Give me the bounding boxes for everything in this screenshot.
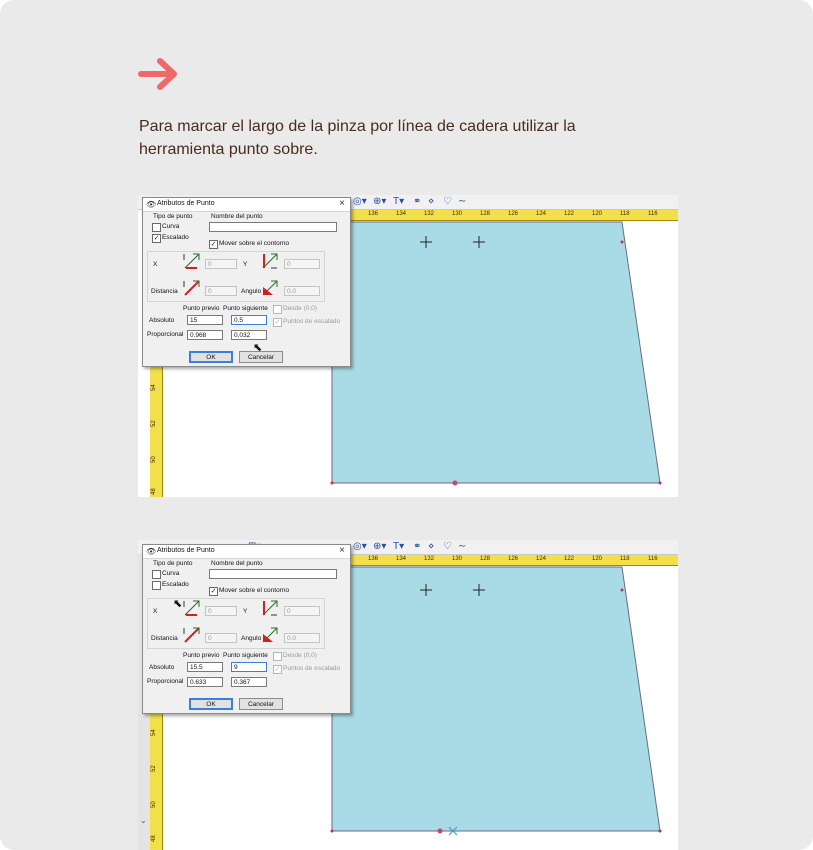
y-label: Y (243, 261, 248, 268)
next-point-label: Punto siguiente (223, 652, 268, 659)
distance-input[interactable]: 0 (205, 286, 237, 296)
x-label: X (153, 608, 158, 615)
previous-point-label: Punto previo (183, 652, 220, 659)
distance-icon (183, 627, 200, 643)
curve-checkbox[interactable] (152, 570, 161, 579)
proportional-next-input[interactable]: 0.367 (231, 677, 267, 687)
y-offset-icon (262, 600, 278, 616)
pattern-point (330, 481, 334, 485)
eye-icon: 👁 (146, 547, 157, 556)
mouse-cursor-icon: ⬉ (253, 342, 263, 354)
angle-input[interactable]: 0.0 (284, 286, 320, 296)
curve-checkbox[interactable] (152, 223, 161, 232)
scaling-points-checkbox[interactable]: ✓ (273, 318, 282, 327)
point-type-label: Tipo de punto (153, 560, 193, 567)
move-on-contour-label: Mover sobre el contorno (219, 587, 290, 594)
close-icon[interactable]: × (339, 198, 345, 209)
distance-label: Distancia (151, 288, 178, 295)
from-origin-checkbox[interactable] (273, 652, 282, 661)
point-attributes-dialog: 👁 Atributos de Punto × Tipo de punto Cur… (142, 197, 351, 367)
x-offset-icon (183, 600, 200, 616)
scaled-checkbox[interactable]: ✓ (152, 234, 161, 243)
mouse-cursor-icon: ⬉ (173, 598, 183, 610)
y-input[interactable]: 0 (284, 259, 320, 269)
previous-point-label: Punto previo (183, 305, 220, 312)
scaling-points-label: Puntos de escalado (283, 665, 341, 672)
angle-input[interactable]: 0.0 (284, 633, 320, 643)
proportional-previous-input[interactable]: 0.968 (187, 330, 223, 340)
x-label: X (153, 261, 158, 268)
selected-point (437, 828, 443, 834)
pattern-point (658, 829, 662, 833)
angle-label: Angulo (241, 288, 262, 295)
scaled-label: Escalado (162, 234, 189, 241)
move-on-contour-checkbox[interactable]: ✓ (209, 240, 218, 249)
selected-point (452, 480, 458, 486)
angle-label: Angulo (241, 635, 262, 642)
from-origin-label: Desde (0,0) (283, 652, 317, 659)
absolute-next-input[interactable]: 9 (231, 662, 267, 672)
dialog-title: Atributos de Punto (157, 200, 215, 207)
scaling-points-checkbox[interactable]: ✓ (273, 665, 282, 674)
point-name-input[interactable] (209, 222, 337, 232)
scaled-label: Escalado (162, 581, 189, 588)
pattern-piece (331, 221, 661, 484)
cancel-button[interactable]: Cancelar (239, 698, 283, 710)
pattern-point (330, 829, 334, 833)
y-input[interactable]: 0 (284, 606, 320, 616)
curve-label: Curva (162, 570, 180, 577)
scaled-checkbox[interactable] (152, 581, 161, 590)
ok-button[interactable]: OK (189, 351, 233, 363)
move-on-contour-checkbox[interactable]: ✓ (209, 587, 218, 596)
eye-icon: 👁 (146, 200, 157, 209)
pattern-piece (331, 566, 661, 832)
point-name-input[interactable] (209, 569, 337, 579)
proportional-previous-input[interactable]: 0.633 (187, 677, 223, 687)
x-input[interactable]: 0 (205, 606, 237, 616)
distance-icon (183, 280, 200, 296)
ok-button[interactable]: OK (189, 698, 233, 710)
close-icon[interactable]: × (339, 545, 345, 556)
from-origin-label: Desde (0,0) (283, 305, 317, 312)
y-label: Y (243, 608, 248, 615)
absolute-previous-input[interactable]: 15 (187, 315, 223, 325)
next-point-label: Punto siguiente (223, 305, 268, 312)
pattern-point (620, 588, 624, 592)
point-name-label: Nombre del punto (211, 213, 263, 220)
screenshot-1: ◎▾ ⊕▾ T▾ ⚭ ⋄ ♡ ∼ 138 136 134 132 130 128… (138, 195, 678, 497)
proportional-label: Proporcional (147, 678, 184, 685)
from-origin-checkbox[interactable] (273, 305, 282, 314)
absolute-previous-input[interactable]: 15.5 (187, 662, 223, 672)
x-offset-icon (183, 253, 200, 269)
absolute-label: Absoluto (149, 317, 175, 324)
proportional-next-input[interactable]: 0.032 (231, 330, 267, 340)
move-on-contour-label: Mover sobre el contorno (219, 240, 290, 247)
point-name-label: Nombre del punto (211, 560, 263, 567)
angle-icon (262, 627, 278, 643)
dialog-title-bar: 👁 Atributos de Punto × (143, 198, 350, 212)
distance-label: Distancia (151, 635, 178, 642)
screenshot-2: ▭ ⊞▾ ◎▾ ⊕▾ T▾ ⚭ ⋄ ♡ ∼ 138 136 134 132 13… (138, 540, 678, 850)
curve-label: Curva (162, 223, 180, 230)
pattern-point (658, 481, 662, 485)
proportional-label: Proporcional (147, 331, 184, 338)
distance-input[interactable]: 0 (205, 633, 237, 643)
x-input[interactable]: 0 (205, 259, 237, 269)
dialog-title-bar: 👁 Atributos de Punto × (143, 545, 350, 559)
dialog-title: Atributos de Punto (157, 547, 215, 554)
right-arrow-icon (138, 58, 177, 90)
angle-icon (262, 280, 278, 296)
scaling-points-label: Puntos de escalado (283, 318, 341, 325)
pattern-point (620, 240, 624, 244)
tutorial-page: Para marcar el largo de la pinza por lín… (0, 0, 813, 850)
instruction-text: Para marcar el largo de la pinza por lín… (139, 118, 576, 158)
y-offset-icon (262, 253, 278, 269)
point-attributes-dialog: 👁 Atributos de Punto × Tipo de punto Cur… (142, 544, 351, 714)
point-type-label: Tipo de punto (153, 213, 193, 220)
absolute-next-input[interactable]: 0.5 (231, 315, 267, 325)
absolute-label: Absoluto (149, 664, 175, 671)
